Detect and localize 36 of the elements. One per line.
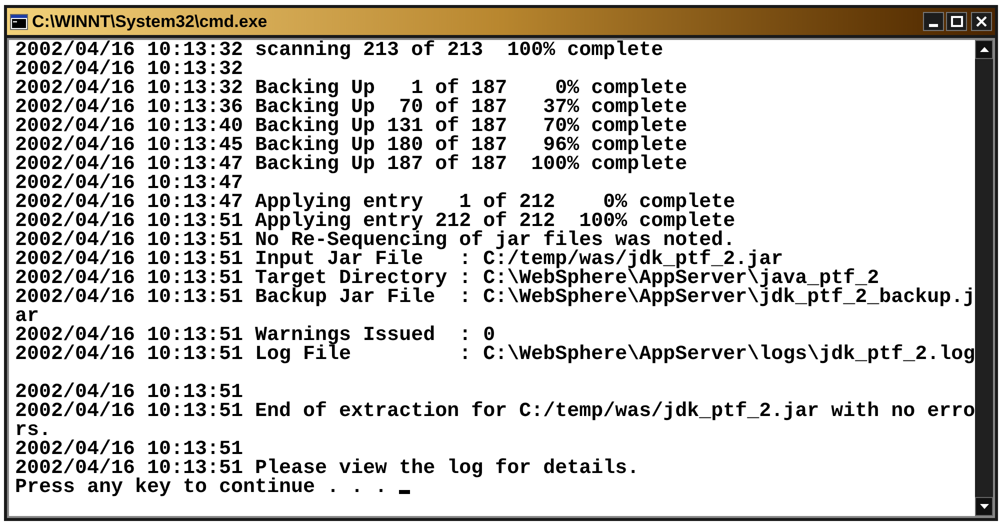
console-line: 2002/04/16 10:13:45 Backing Up 180 of 187 96% complete xyxy=(15,136,688,155)
minimize-icon xyxy=(929,24,938,27)
scroll-down-button[interactable] xyxy=(975,497,993,516)
up-arrow-icon xyxy=(980,47,989,52)
console-line: 2002/04/16 10:13:51 Log File : C:\WebSphere\AppServer\logs\jdk_ptf_2.log xyxy=(15,345,976,364)
maximize-button[interactable] xyxy=(946,12,967,31)
console-line: 2002/04/16 10:13:40 Backing Up 131 of 187 70% complete xyxy=(15,117,688,136)
maximize-icon xyxy=(950,16,962,27)
console-icon xyxy=(10,14,28,30)
console-line: 2002/04/16 10:13:51 End of extraction for C:/temp/was/jdk_ptf_2.jar with no erro xyxy=(15,402,976,421)
console-line: 2002/04/16 10:13:51 xyxy=(15,440,244,459)
console-line: Press any key to continue . . . xyxy=(15,478,388,497)
console-line: 2002/04/16 10:13:51 Applying entry 212 of 212 100% complete xyxy=(15,212,736,231)
down-arrow-icon xyxy=(980,504,989,509)
console-line: 2002/04/16 10:13:51 No Re-Sequencing of jar files was noted. xyxy=(15,231,736,250)
console-line: rs. xyxy=(15,421,52,440)
console-line: ar xyxy=(15,307,40,326)
console-line: 2002/04/16 10:13:51 Backup Jar File : C:\WebSphere\AppServer\jdk_ptf_2_backup.j xyxy=(15,288,976,307)
console-line: 2002/04/16 10:13:32 xyxy=(15,60,244,79)
close-icon xyxy=(976,16,987,27)
console-line: 2002/04/16 10:13:47 Applying entry 1 of 212 0% complete xyxy=(15,193,736,212)
console-line: 2002/04/16 10:13:32 scanning 213 of 213 100% complete xyxy=(15,41,664,60)
console-line: 2002/04/16 10:13:36 Backing Up 70 of 187 37% complete xyxy=(15,98,688,117)
console-line: 2002/04/16 10:13:51 Target Directory : C:\WebSphere\AppServer\java_ptf_2 xyxy=(15,269,880,288)
vertical-scrollbar[interactable] xyxy=(975,40,993,516)
scroll-up-button[interactable] xyxy=(975,40,993,59)
console-line: 2002/04/16 10:13:51 xyxy=(15,380,244,402)
console-line: 2002/04/16 10:13:51 Input Jar File : C:/temp/was/jdk_ptf_2.jar xyxy=(15,250,784,269)
console-line: 2002/04/16 10:13:32 Backing Up 1 of 187 0% complete xyxy=(15,79,688,98)
console-line: 2002/04/16 10:13:51 Warnings Issued : 0 xyxy=(15,326,496,345)
console-line: 2002/04/16 10:13:47 Backing Up 187 of 187 100% complete xyxy=(15,155,688,174)
window-title: C:\WINNT\System32\cmd.exe xyxy=(32,13,268,30)
console-line: 2002/04/16 10:13:47 xyxy=(15,174,244,193)
close-button[interactable] xyxy=(971,12,992,31)
minimize-button[interactable] xyxy=(923,12,944,31)
console-line: 2002/04/16 10:13:51 Please view the log for details. xyxy=(15,459,640,478)
